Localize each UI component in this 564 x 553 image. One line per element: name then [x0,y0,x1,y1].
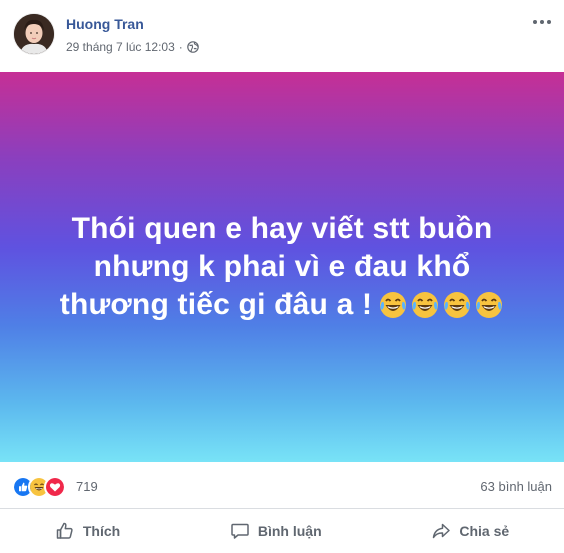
content-line-2: nhưng k phai vì e đau khổ [93,250,471,283]
post-timestamp[interactable]: 29 tháng 7 lúc 12:03 [66,40,175,54]
post-meta: 29 tháng 7 lúc 12:03 · [66,40,199,54]
avatar[interactable] [14,14,54,54]
laughing-tears-emoji-icon [476,292,503,318]
share-button[interactable]: Chia sẻ [413,515,527,547]
thumbs-up-icon [56,522,73,539]
share-icon [433,523,451,539]
post-content: Thói quen e hay viết stt buồn nhưng k ph… [32,210,532,324]
content-line-3: thương tiếc gi đâu a ! [32,286,532,324]
laughing-tears-emoji-icon [444,292,471,318]
comment-icon [231,523,249,539]
content-line-1: Thói quen e hay viết stt buồn [71,212,493,245]
comment-label: Bình luận [257,523,322,539]
facebook-post: Huong Tran 29 tháng 7 lúc 12:03 · Thói q… [0,0,564,553]
meta-separator: · [178,40,183,54]
laughing-tears-emoji-icon [412,292,439,318]
laughing-emoji-group [378,290,504,320]
author-name[interactable]: Huong Tran [66,16,144,32]
text-background-card: Thói quen e hay viết stt buồn nhưng k ph… [0,72,564,462]
more-options-icon[interactable] [530,14,554,30]
post-actions: Thích Bình luận Chia sẻ [0,509,564,553]
reaction-icons[interactable] [12,476,66,498]
reaction-count[interactable]: 719 [76,479,98,494]
share-label: Chia sẻ [459,523,510,539]
post-header: Huong Tran 29 tháng 7 lúc 12:03 · [0,0,564,72]
content-line-3-text: thương tiếc gi đâu a ! [59,288,373,321]
laughing-tears-emoji-icon [380,292,407,318]
reactions-summary: 719 63 bình luận [0,462,564,509]
comment-button[interactable]: Bình luận [212,515,340,547]
globe-icon[interactable] [186,41,199,53]
like-button[interactable]: Thích [37,515,138,547]
like-label: Thích [82,523,121,539]
love-icon [44,476,66,498]
comment-count[interactable]: 63 bình luận [480,479,552,494]
